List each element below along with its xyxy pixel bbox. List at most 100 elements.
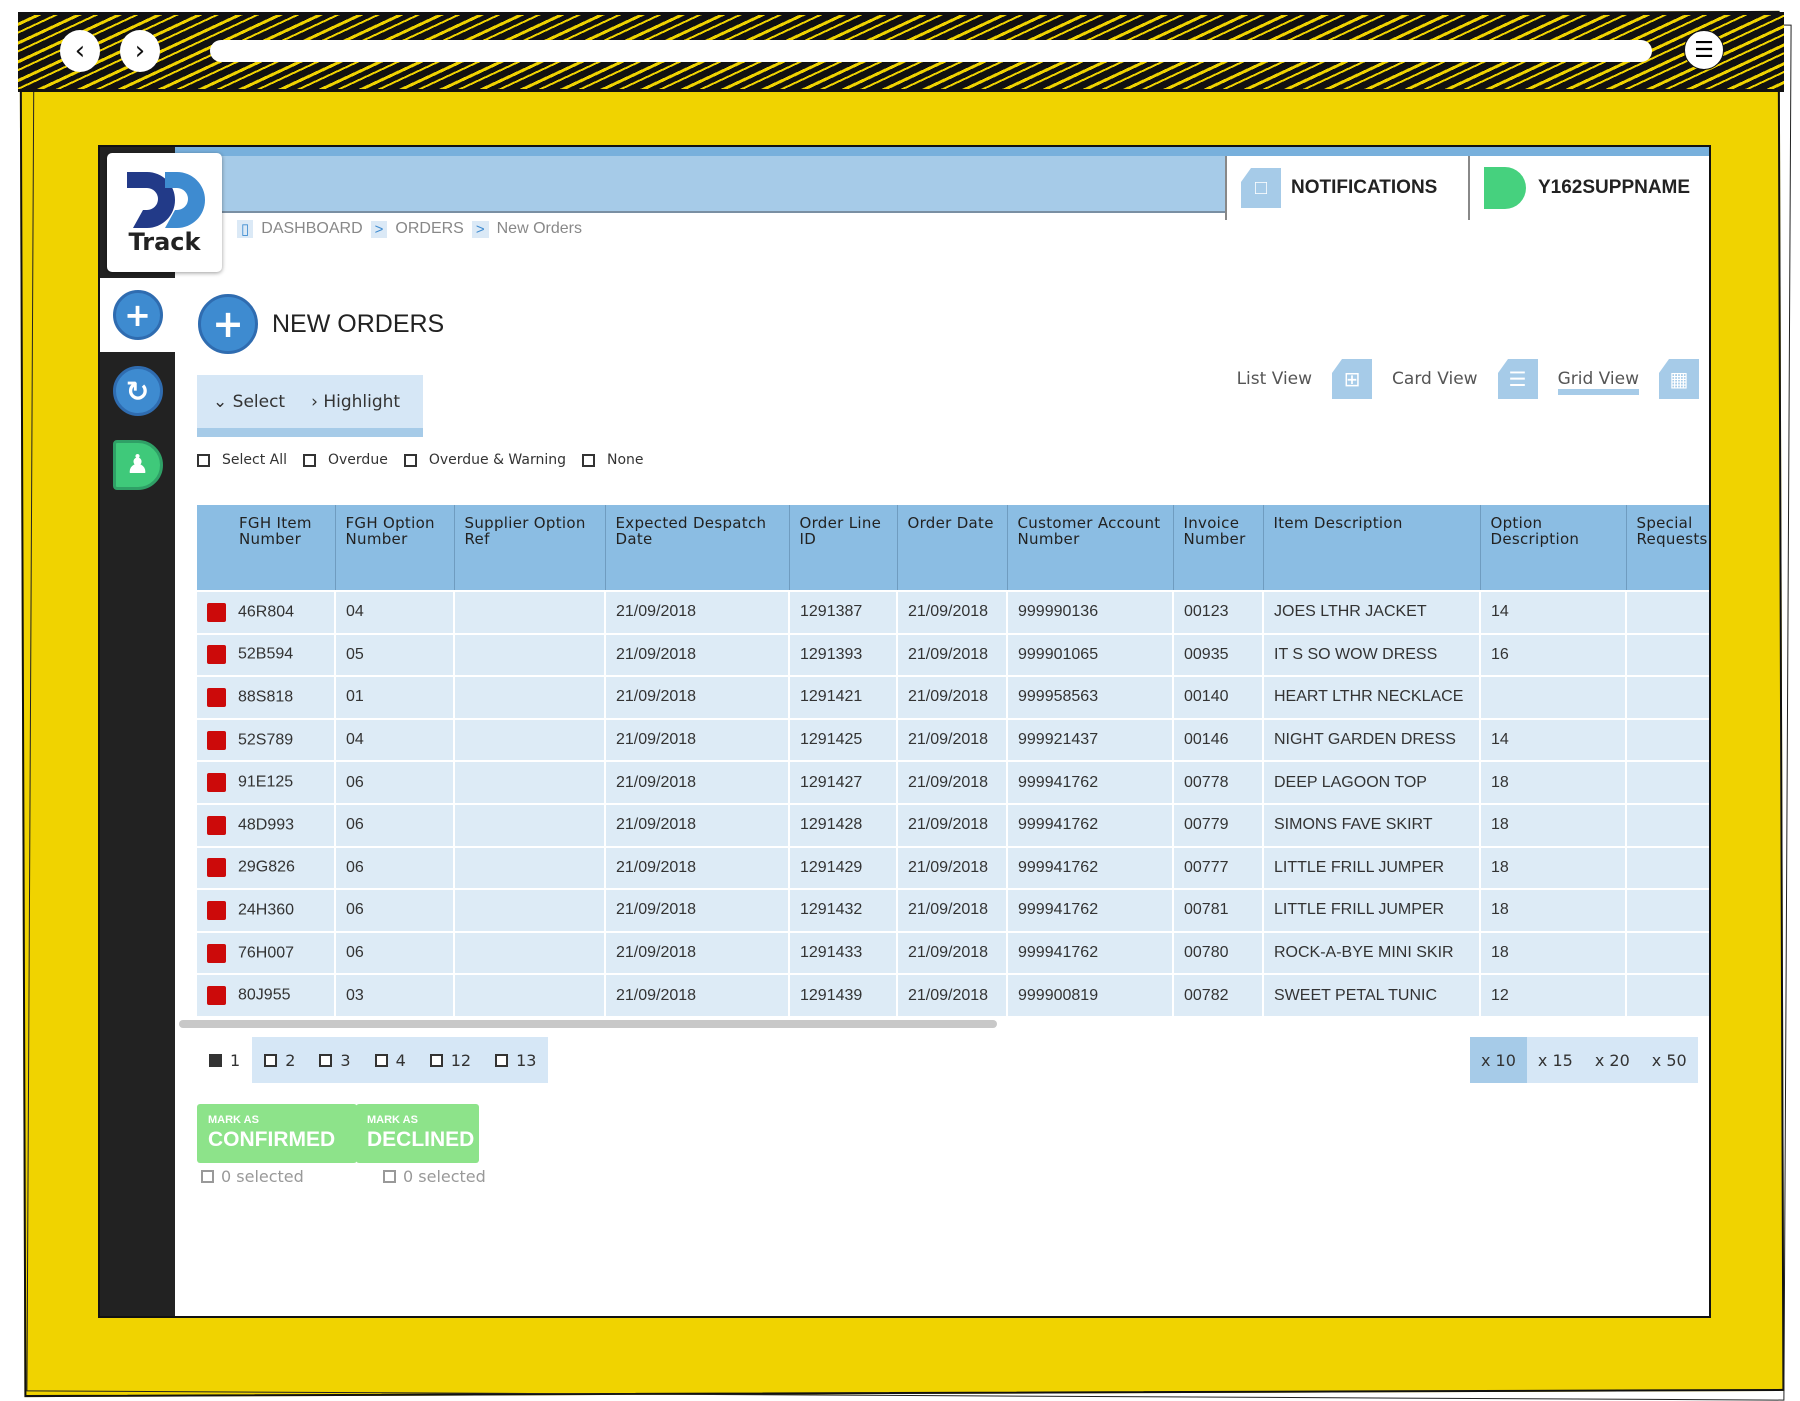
table-cell: 21/09/2018 [605,717,790,763]
mark-confirmed-button[interactable]: MARK AS CONFIRMED [197,1104,357,1163]
column-header[interactable]: Item Description [1263,505,1481,591]
filter-overdue[interactable]: Overdue [303,452,388,468]
cell-text: 21/09/2018 [908,816,989,834]
cell-text: 88S818 [238,688,294,706]
table-cell: 52S789 [197,717,336,763]
select-filters: Select All Overdue Overdue & Warning None [197,452,650,468]
cell-text: 00140 [1184,688,1229,706]
breadcrumb-dashboard[interactable]: DASHBOARD [261,220,362,238]
table-cell: 21/09/2018 [897,717,1008,763]
url-bar[interactable] [210,40,1652,62]
page-size-option[interactable]: x 20 [1584,1037,1641,1083]
view-grid-view[interactable]: Grid View [1557,363,1639,395]
card-view-icon[interactable]: ☰ [1497,359,1538,399]
column-header[interactable]: FGH Item Number [197,505,336,591]
table-cell: 00140 [1173,675,1264,720]
table-row[interactable]: 48D993 06 21/09/2018 1291428 21/09/2018 99994… [197,802,1709,848]
forward-button[interactable]: › [120,30,160,72]
confirm-selected-count[interactable]: 0 selected [201,1167,304,1186]
column-header[interactable]: Customer Account Number [1007,505,1174,591]
cell-text: 999958563 [1018,688,1099,706]
checkbox[interactable] [403,453,417,467]
column-header[interactable]: Special Requests [1626,505,1709,591]
column-header[interactable]: Supplier Option Ref [454,505,606,591]
checkbox[interactable] [383,1170,396,1183]
filter-none[interactable]: None [582,452,644,468]
sidebar-item-new-orders[interactable]: + [100,278,175,352]
chat-bubble-icon: □ [1241,168,1281,208]
sidebar-item-refresh[interactable]: ↻ [100,354,175,428]
column-header[interactable]: FGH Option Number [335,505,455,591]
column-header[interactable]: Invoice Number [1173,505,1264,591]
table-cell [1626,973,1709,1018]
view-list-view[interactable]: List View [1237,369,1312,389]
menu-button[interactable]: ☰ [1684,30,1724,70]
logo[interactable]: Track [107,153,222,272]
checkbox[interactable] [197,453,210,467]
page-13[interactable]: 13 [483,1037,548,1083]
checkbox[interactable] [201,1170,214,1183]
filter-overdue-warning[interactable]: Overdue & Warning [403,452,566,468]
view-card-view[interactable]: Card View [1392,369,1478,389]
cell-text: 999941762 [1018,858,1099,876]
table-cell [1626,930,1709,976]
cell-text: 00777 [1184,858,1229,876]
select-toggle[interactable]: ⌄ Select [213,392,285,412]
sidebar-item-profile[interactable]: ♟ [100,428,175,502]
home-icon: ▯ [237,220,254,238]
column-header[interactable]: Order Line ID [789,505,898,591]
chevron-left-icon: ‹ [74,36,86,66]
page-number: 3 [340,1050,351,1070]
cell-text: 18 [1491,816,1509,834]
checkbox[interactable] [582,453,595,467]
horizontal-scrollbar[interactable] [179,1020,997,1028]
back-button[interactable]: ‹ [60,30,100,72]
cell-text: 999901065 [1018,645,1099,663]
user-menu[interactable]: Y162SUPPNAME [1468,156,1709,220]
table-cell: 21/09/2018 [897,930,1008,976]
notifications-button[interactable]: □ NOTIFICATIONS [1225,156,1468,220]
table-row[interactable]: 91E125 06 21/09/2018 1291427 21/09/2018 99994… [197,760,1709,805]
decline-selected-count[interactable]: 0 selected [383,1167,486,1186]
table-row[interactable]: 52S789 04 21/09/2018 1291425 21/09/2018 99992… [197,717,1709,763]
page-current[interactable]: 1 [197,1037,252,1083]
breadcrumb-orders[interactable]: ORDERS [395,220,463,238]
table-row[interactable]: 29G826 06 21/09/2018 1291429 21/09/2018 99994… [197,845,1709,891]
list-view-icon[interactable]: ⊞ [1332,359,1373,399]
table-cell [454,930,606,976]
page-4[interactable]: 4 [363,1037,418,1083]
page-size-option[interactable]: x 50 [1641,1037,1698,1083]
overdue-flag-icon [207,858,226,878]
mark-declined-button[interactable]: MARK AS DECLINED [356,1104,479,1163]
table-cell: 80J955 [197,973,336,1018]
table-cell: 00779 [1173,802,1264,848]
table-row[interactable]: 88S818 01 21/09/2018 1291421 21/09/2018 99995… [197,675,1709,720]
table-row[interactable]: 52B594 05 21/09/2018 1291393 21/09/2018 99990… [197,632,1709,678]
table-cell: DEEP LAGOON TOP [1263,760,1481,805]
page-3[interactable]: 3 [307,1037,362,1083]
column-header[interactable]: Order Date [897,505,1008,591]
page-2[interactable]: 2 [252,1037,307,1083]
table-row[interactable]: 80J955 03 21/09/2018 1291439 21/09/2018 99990… [197,973,1709,1018]
highlight-toggle[interactable]: › Highlight [311,392,400,412]
overdue-flag-icon [207,645,226,665]
cell-text: 18 [1491,858,1509,876]
filter-select-all[interactable]: Select All [197,452,287,468]
table-cell: 16 [1480,632,1627,678]
table-cell: 1291439 [789,973,898,1018]
table-cell [1626,760,1709,805]
cell-text: 1291428 [800,816,863,834]
page-12[interactable]: 12 [418,1037,483,1083]
page-size-option[interactable]: x 15 [1527,1037,1584,1083]
column-header[interactable]: Expected Despatch Date [605,505,790,591]
table-row[interactable]: 24H360 06 21/09/2018 1291432 21/09/2018 99994… [197,888,1709,933]
page-size-option[interactable]: x 10 [1470,1037,1527,1083]
column-header[interactable]: Option Description [1480,505,1627,591]
table-row[interactable]: 76H007 06 21/09/2018 1291433 21/09/2018 99994… [197,930,1709,976]
table-row[interactable]: 46R804 04 21/09/2018 1291387 21/09/2018 99999… [197,590,1709,635]
checkbox-icon [374,1053,388,1067]
table-cell: 00780 [1173,930,1264,976]
cell-text: 46R804 [238,603,295,621]
checkbox[interactable] [303,453,316,467]
grid-view-icon[interactable]: ▦ [1659,359,1699,399]
